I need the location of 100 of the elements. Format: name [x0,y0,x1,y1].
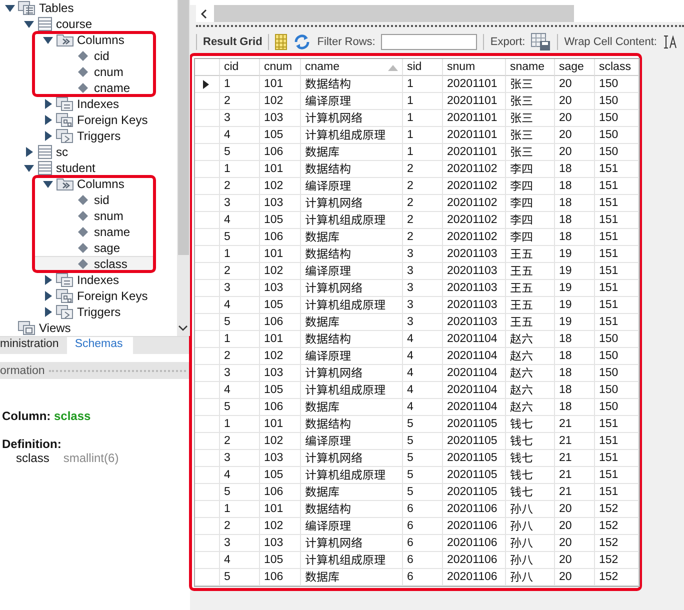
table-cell: 1 [403,110,443,127]
tree-item[interactable]: sname [94,225,130,239]
column-header[interactable]: sclass [595,59,639,76]
wrap-icon[interactable] [662,35,677,49]
table-cell: 18 [555,178,595,195]
result-grid-label: Result Grid [203,36,262,48]
tree-item[interactable]: snum [94,209,124,223]
toggle-icon[interactable] [24,163,34,173]
toggle-icon[interactable] [5,3,15,13]
toggle-icon[interactable] [24,19,34,29]
table-cell: 1 [220,76,260,93]
scroll-left-icon[interactable] [200,8,208,18]
table-cell: 3 [220,195,260,212]
column-header[interactable]: cid [220,59,260,76]
table-cell: 孙八 [506,501,555,518]
views-folder-icon [18,321,36,335]
table-cell: 计算机网络 [301,365,403,382]
columns-icon[interactable] [275,34,288,50]
table-cell: 6 [403,518,443,535]
column-header[interactable]: sage [555,59,595,76]
scrollbar[interactable] [177,0,190,336]
tree-item[interactable]: course [56,17,92,31]
table-cell: 钱七 [506,450,555,467]
toggle-icon[interactable] [24,147,34,157]
table-cell: 赵六 [506,348,555,365]
tree-item[interactable]: Columns [77,33,124,47]
table-cell: 103 [260,195,301,212]
column-header[interactable]: sid [403,59,443,76]
export-icon[interactable] [531,33,552,51]
table-cell: 18 [555,195,595,212]
table-cell: 150 [595,144,639,161]
column-type: smallint(6) [63,451,119,465]
tree-item[interactable]: Indexes [77,97,120,111]
tree-item[interactable]: Indexes [77,273,120,287]
tree-item[interactable]: cid [94,49,110,63]
table-cell: 150 [595,382,639,399]
table-cell: 105 [260,297,301,314]
tab[interactable]: ministration [0,337,67,354]
table-cell: 钱七 [506,416,555,433]
toggle-icon[interactable] [43,115,53,125]
toggle-icon[interactable] [43,99,53,109]
table-cell: 21 [555,416,595,433]
table-cell: 计算机组成原理 [301,127,403,144]
tree-item[interactable]: student [56,161,96,175]
table-cell: 5 [403,416,443,433]
filter-field[interactable] [381,34,478,50]
table-cell: 106 [260,314,301,331]
tree-item[interactable]: Foreign Keys [77,289,148,303]
table-cell: 18 [555,161,595,178]
toggle-icon[interactable] [43,307,53,317]
tree-item[interactable]: Tables [39,1,74,15]
row-header[interactable] [195,76,220,93]
table-cell: 5 [220,569,260,586]
table-cell: 2 [220,178,260,195]
table-cell: 1 [220,501,260,518]
scroll-down-icon[interactable] [178,324,188,332]
table-cell: 李四 [506,229,555,246]
toggle-icon[interactable] [43,275,53,285]
tree-item[interactable]: Foreign Keys [77,113,148,127]
table-cell: 105 [260,467,301,484]
table-cell: 20 [555,144,595,161]
table-cell: 20 [555,569,595,586]
table-cell: 张三 [506,127,555,144]
filter-label: Filter Rows: [317,36,376,48]
toggle-icon[interactable] [43,179,53,189]
table-cell: 20201106 [443,552,506,569]
table-cell: 19 [555,280,595,297]
column-header[interactable]: cname [301,59,403,76]
table-cell: 20201102 [443,178,506,195]
table-cell: 20201103 [443,263,506,280]
tree-item[interactable]: Columns [77,177,124,191]
table-cell: 20 [555,535,595,552]
scrollbar[interactable] [196,5,684,22]
table-cell: 103 [260,110,301,127]
tree-item[interactable]: Triggers [77,305,121,319]
table-cell: 150 [595,127,639,144]
table-cell: 20 [555,501,595,518]
table-cell: 赵六 [506,399,555,416]
column-header[interactable]: snum [443,59,506,76]
toggle-icon[interactable] [43,131,53,141]
current-row-icon [203,80,209,88]
tree-item[interactable]: sid [94,193,110,207]
column-header[interactable]: cnum [260,59,301,76]
tree-item[interactable]: sc [56,145,68,159]
tree-item[interactable]: cname [94,81,130,95]
table-cell: 编译原理 [301,93,403,110]
table-cell: 6 [403,535,443,552]
table-cell: 张三 [506,110,555,127]
column-header[interactable]: sname [506,59,555,76]
toggle-icon[interactable] [43,291,53,301]
refresh-icon[interactable] [293,34,312,50]
toggle-icon[interactable] [43,35,53,45]
tree-item[interactable]: Views [39,321,71,335]
table-cell: 计算机网络 [301,110,403,127]
tree-item[interactable]: cnum [94,65,124,79]
table-cell: 2 [220,348,260,365]
tree-item[interactable]: sage [94,241,120,255]
tree-item[interactable]: Triggers [77,129,121,143]
table-icon [37,145,53,159]
tab[interactable]: Schemas [66,337,133,354]
